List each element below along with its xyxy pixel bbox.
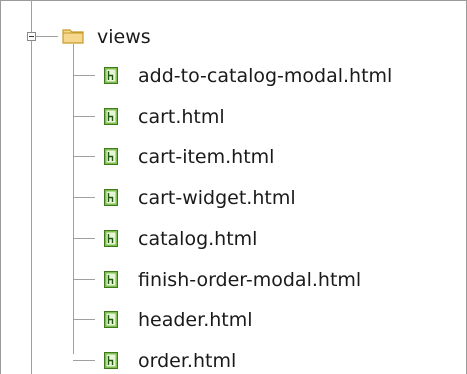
collapse-toggle-icon[interactable] [27,32,36,41]
file-tree: views add-to-catalog-modal.html cart.html… [0,0,467,374]
html-file-icon [104,67,118,84]
file-label: cart-item.html [138,146,275,168]
tree-file-item[interactable]: header.html [0,308,467,332]
folder-icon [62,29,84,44]
file-label: header.html [138,309,253,331]
html-file-icon [104,230,118,247]
tree-file-item[interactable]: catalog.html [0,227,467,251]
tree-file-item[interactable]: cart.html [0,105,467,129]
html-file-icon [104,271,118,288]
file-label: cart.html [138,106,225,128]
html-file-icon [104,108,118,125]
file-label: catalog.html [138,228,258,250]
tree-folder-views[interactable]: views [0,25,467,49]
tree-file-item[interactable]: add-to-catalog-modal.html [0,64,467,88]
html-file-icon [104,189,118,206]
folder-label: views [97,26,151,48]
file-label: add-to-catalog-modal.html [138,65,393,87]
tree-file-item[interactable]: finish-order-modal.html [0,268,467,292]
html-file-icon [104,311,118,328]
file-label: finish-order-modal.html [138,269,362,291]
file-label: cart-widget.html [138,187,296,209]
html-file-icon [104,148,118,165]
html-file-icon [104,352,118,369]
tree-file-item[interactable]: cart-item.html [0,145,467,169]
tree-file-item[interactable]: order.html [0,349,467,373]
file-label: order.html [138,350,237,372]
tree-file-item[interactable]: cart-widget.html [0,186,467,210]
